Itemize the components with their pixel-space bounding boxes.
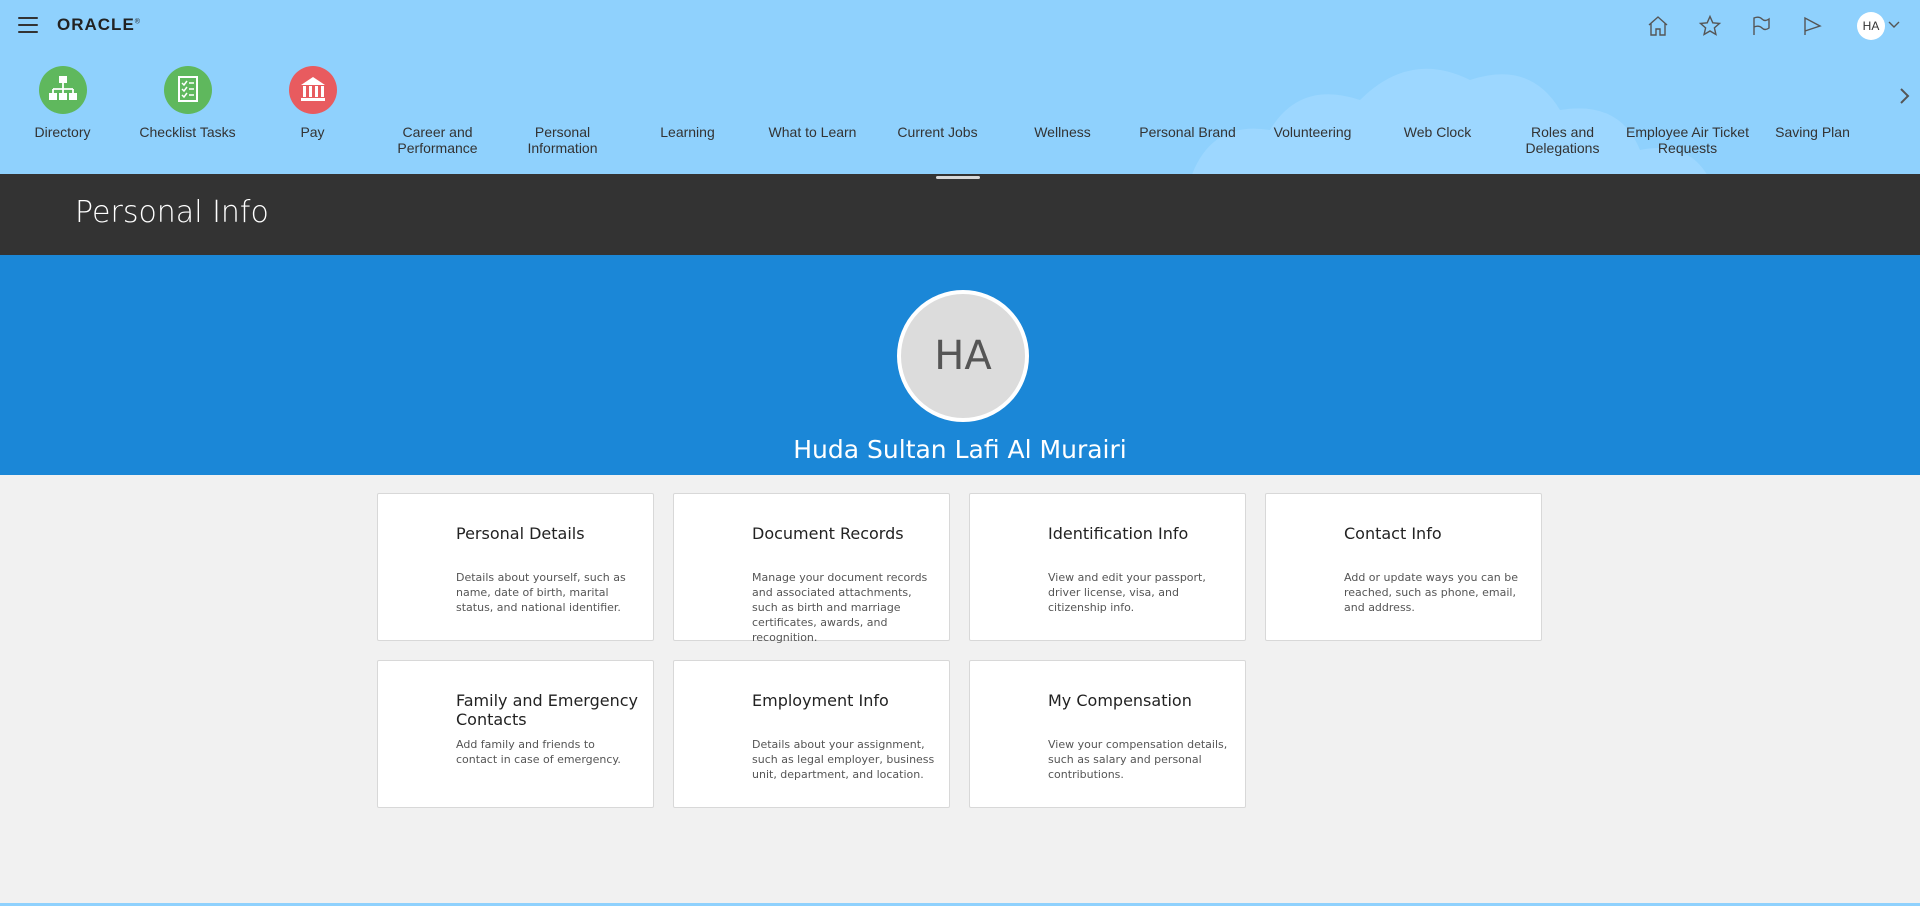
nav-item-web-clock[interactable]: Web Clock xyxy=(1375,62,1500,162)
card-title: Contact Info xyxy=(1344,524,1442,543)
nav-label: Personal Information xyxy=(527,124,598,156)
nav-label: What to Learn xyxy=(768,124,857,140)
nav-item-wellness[interactable]: Wellness xyxy=(1000,62,1125,162)
user-avatar[interactable]: HA xyxy=(1857,12,1885,40)
card-family-and-emergency-contacts[interactable]: Family and Emergency Contacts Add family… xyxy=(377,660,654,808)
nav-item-directory[interactable]: Directory xyxy=(0,62,125,162)
nav-label: Employee Air Ticket Requests xyxy=(1626,124,1749,156)
nav-item-employee-air-ticket-requests[interactable]: Employee Air Ticket Requests xyxy=(1625,62,1750,162)
chevron-right-icon[interactable] xyxy=(1898,86,1912,106)
global-header: ORACLE® HA Directory Checklist Tasks Pay… xyxy=(0,0,1920,174)
nav-label: Roles and Delegations xyxy=(1525,124,1600,156)
notifications-icon[interactable] xyxy=(1800,14,1824,38)
nav-label: Current Jobs xyxy=(897,124,978,140)
card-title: Document Records xyxy=(752,524,904,543)
nav-label: Web Clock xyxy=(1403,124,1472,140)
nav-item-learning[interactable]: Learning xyxy=(625,62,750,162)
nav-label: Saving Plan xyxy=(1775,124,1850,140)
card-description: View and edit your passport, driver lice… xyxy=(1048,571,1206,614)
home-icon[interactable] xyxy=(1646,14,1670,38)
nav-label: Checklist Tasks xyxy=(139,124,236,140)
card-description: Details about your assignment, such as l… xyxy=(752,738,935,781)
nav-label: Wellness xyxy=(1034,124,1091,140)
nav-item-saving-plan[interactable]: Saving Plan xyxy=(1750,62,1875,162)
card-description: Add or update ways you can be reached, s… xyxy=(1344,571,1518,614)
nav-label: Career and Performance xyxy=(397,124,478,156)
card-title: Family and Emergency Contacts xyxy=(456,691,638,729)
nav-item-volunteering[interactable]: Volunteering xyxy=(1250,62,1375,162)
page-indicator-bar xyxy=(936,176,980,179)
card-description: Manage your document records and associa… xyxy=(752,571,928,644)
card-description: Add family and friends to contact in cas… xyxy=(456,738,621,766)
card-title: Identification Info xyxy=(1048,524,1189,543)
card-description: Details about yourself, such as name, da… xyxy=(456,571,626,614)
org-chart-icon xyxy=(38,66,87,114)
person-name: Huda Sultan Lafi Al Murairi xyxy=(793,435,1127,464)
oracle-logo[interactable]: ORACLE® xyxy=(57,15,141,35)
checklist-icon xyxy=(163,66,212,114)
nav-item-roles-and-delegations[interactable]: Roles and Delegations xyxy=(1500,62,1625,162)
nav-item-career-and-performance[interactable]: Career and Performance xyxy=(375,62,500,162)
card-document-records[interactable]: Document Records Manage your document re… xyxy=(673,493,950,644)
card-personal-details[interactable]: Personal Details Details about yourself,… xyxy=(377,493,654,641)
nav-item-personal-information[interactable]: Personal Information xyxy=(500,62,625,162)
card-title: Personal Details xyxy=(456,524,585,543)
card-identification-info[interactable]: Identification Info View and edit your p… xyxy=(969,493,1246,641)
favorites-star-icon[interactable] xyxy=(1698,14,1722,38)
card-description: View your compensation details, such as … xyxy=(1048,738,1228,781)
menu-icon[interactable] xyxy=(18,17,38,33)
card-contact-info[interactable]: Contact Info Add or update ways you can … xyxy=(1265,493,1542,641)
nav-item-checklist-tasks[interactable]: Checklist Tasks xyxy=(125,62,250,162)
watchlist-flag-icon[interactable] xyxy=(1749,14,1773,38)
nav-label: Pay xyxy=(300,124,325,140)
page-title-bar: Personal Info xyxy=(0,174,1920,255)
page-title: Personal Info xyxy=(75,195,269,230)
navigator-strip: Directory Checklist Tasks Pay Career and… xyxy=(0,62,1900,162)
card-my-compensation[interactable]: My Compensation View your compensation d… xyxy=(969,660,1246,808)
nav-item-pay[interactable]: Pay xyxy=(250,62,375,162)
chevron-down-icon[interactable] xyxy=(1888,20,1900,30)
nav-item-current-jobs[interactable]: Current Jobs xyxy=(875,62,1000,162)
nav-label: Personal Brand xyxy=(1139,124,1236,140)
nav-item-personal-brand[interactable]: Personal Brand xyxy=(1125,62,1250,162)
nav-label: Learning xyxy=(660,124,715,140)
bank-icon xyxy=(288,66,337,114)
profile-avatar: HA xyxy=(897,290,1029,422)
nav-label: Volunteering xyxy=(1273,124,1352,140)
nav-item-what-to-learn[interactable]: What to Learn xyxy=(750,62,875,162)
nav-label: Directory xyxy=(34,124,91,140)
card-employment-info[interactable]: Employment Info Details about your assig… xyxy=(673,660,950,808)
card-title: Employment Info xyxy=(752,691,889,710)
card-title: My Compensation xyxy=(1048,691,1192,710)
profile-banner: HA Huda Sultan Lafi Al Murairi xyxy=(0,255,1920,475)
